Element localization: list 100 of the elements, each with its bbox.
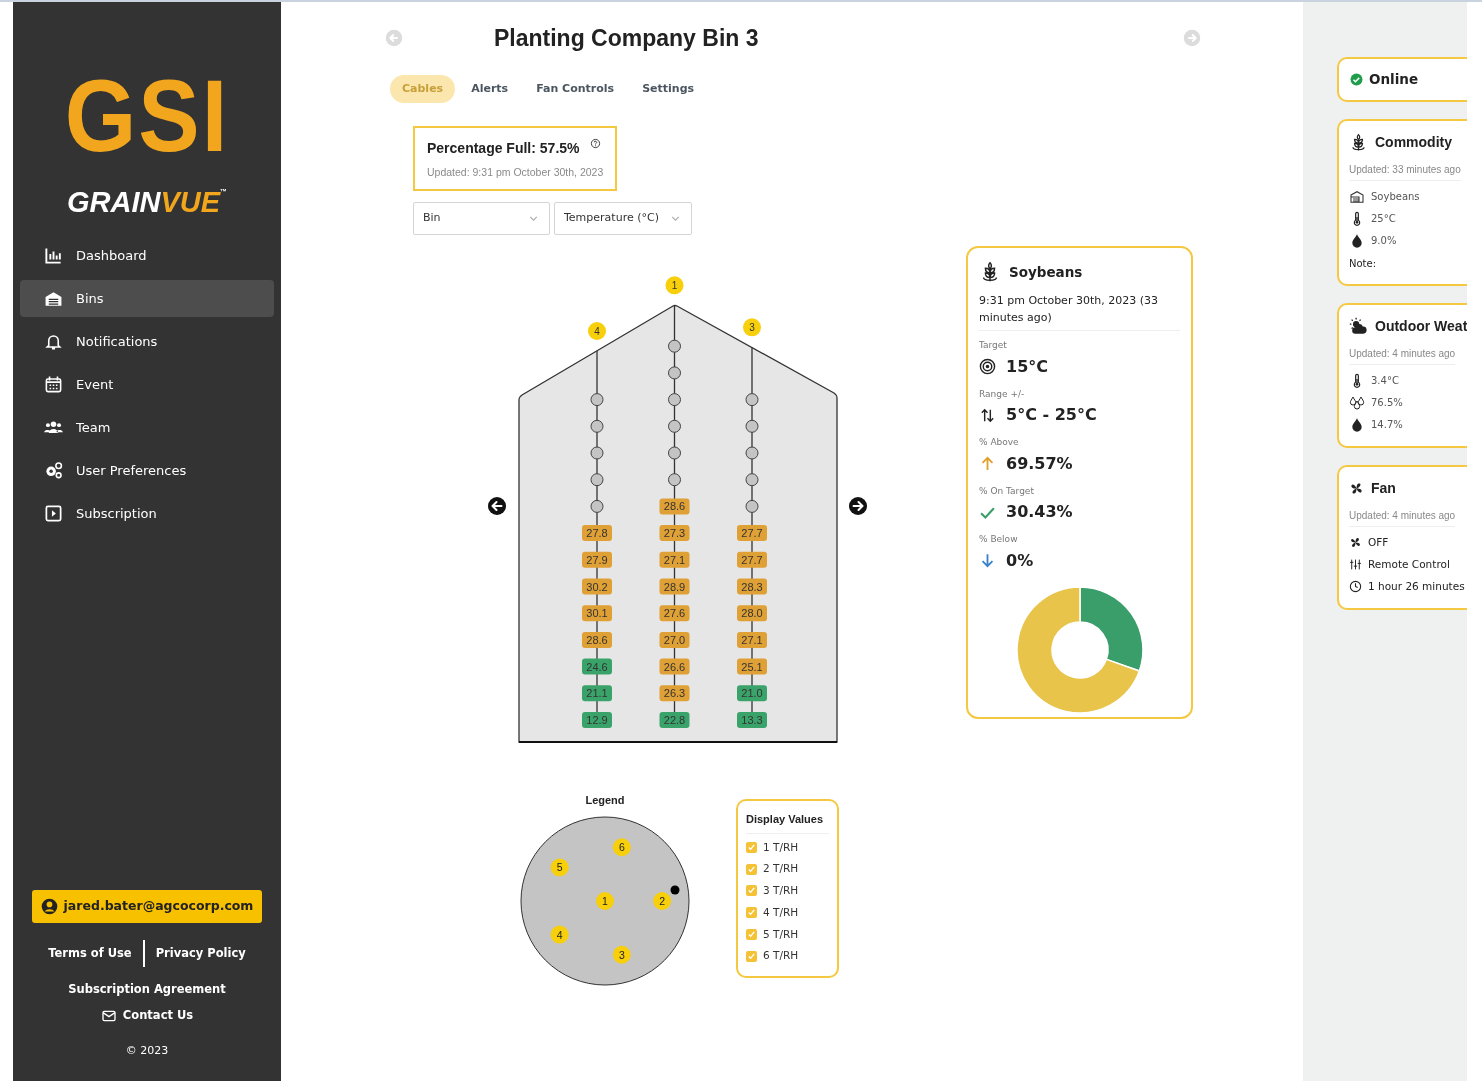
- checkbox-option[interactable]: 2 T/RH: [746, 861, 829, 877]
- sensor-node: [590, 419, 604, 433]
- metric-value: 0%: [1006, 549, 1034, 572]
- sensor-node: [745, 393, 759, 407]
- sensor-reading: 13.3: [737, 712, 767, 728]
- display-values-title: Display Values: [746, 811, 829, 834]
- cable-marker: 3: [612, 945, 631, 964]
- note-label: Note:: [1349, 257, 1378, 271]
- checkbox-option[interactable]: 1 T/RH: [746, 839, 829, 856]
- previous-cable-button[interactable]: [488, 497, 506, 515]
- sensor-reading: 21.0: [737, 685, 767, 702]
- info-value: 1 hour 26 minutes: [1368, 578, 1465, 594]
- footer-link[interactable]: Subscription Agreement: [68, 981, 226, 999]
- card-title: Soybeans: [1009, 262, 1083, 282]
- sensor-node: [668, 339, 681, 353]
- cable-number-badge: 4: [588, 322, 606, 340]
- arrow-up-icon: [979, 455, 996, 472]
- checkbox-option[interactable]: 4 T/RH: [746, 904, 829, 921]
- sensor-reading: 27.3: [659, 525, 690, 542]
- nav-item[interactable]: Notifications: [20, 323, 274, 360]
- metric-value: 30.43%: [1006, 501, 1073, 523]
- checkbox[interactable]: [746, 950, 757, 962]
- cable-number-badge: 3: [743, 318, 761, 337]
- metric-value: 69.57%: [1006, 452, 1073, 475]
- info-value: 3.4°C: [1371, 374, 1399, 388]
- info-value: 25°C: [1371, 212, 1396, 226]
- checkbox[interactable]: [746, 907, 757, 919]
- status-text: Online: [1369, 70, 1419, 90]
- nav-item[interactable]: Subscription: [20, 495, 274, 532]
- sensor-reading: 26.3: [659, 685, 690, 702]
- arrow-down-icon: [979, 552, 996, 569]
- metric-label: % Above: [979, 436, 1020, 449]
- cable-number-badge: 1: [665, 276, 684, 295]
- water-drop-icon: [1349, 232, 1365, 249]
- nav-item[interactable]: Event: [20, 366, 274, 403]
- bin-icon: [1349, 188, 1365, 205]
- tab[interactable]: Alerts: [459, 75, 521, 103]
- checkbox-option[interactable]: 6 T/RH: [746, 948, 829, 964]
- contact-link[interactable]: Contact Us: [100, 1007, 194, 1025]
- sensor-reading: 22.8: [659, 712, 690, 728]
- logo-wordmark: GRAIN: [66, 188, 161, 217]
- metric-label: Range +/-: [979, 387, 1026, 401]
- sensor-reading: 12.9: [582, 712, 612, 728]
- account-button[interactable]: jared.bater@agcocorp.com: [31, 890, 263, 923]
- page-title: Planting Company Bin 3: [494, 23, 759, 53]
- logo-wordmark: VUE: [160, 188, 221, 217]
- next-cable-button[interactable]: [849, 497, 867, 515]
- sensor-reading: 21.1: [582, 685, 612, 702]
- clock-icon: [1349, 580, 1362, 593]
- bar-chart-icon: [44, 246, 63, 265]
- up-down-arrows-icon: [979, 406, 996, 424]
- user-icon: [40, 898, 58, 915]
- info-value: 9.0%: [1371, 234, 1397, 248]
- sensor-reading: 28.0: [737, 605, 767, 622]
- card-title: Commodity: [1375, 133, 1452, 152]
- reference-dot: [670, 885, 680, 894]
- sensor-reading: 28.6: [659, 498, 690, 515]
- target-icon: [979, 358, 996, 375]
- metric-label: Target: [979, 339, 1008, 352]
- nav-item[interactable]: Bins: [20, 280, 274, 317]
- metric-value: 5°C - 25°C: [1006, 404, 1097, 426]
- nav-item[interactable]: User Preferences: [20, 452, 274, 489]
- checkbox-option[interactable]: 3 T/RH: [746, 883, 829, 899]
- help-icon: [589, 138, 601, 149]
- check-circle-icon: [1350, 73, 1363, 86]
- percentage-full-text: Percentage Full: 57.5%: [427, 139, 580, 158]
- card-title: Fan: [1371, 479, 1396, 498]
- cable-marker: 5: [550, 857, 569, 876]
- updated-text: Updated: 9:31 pm October 30th, 2023: [427, 165, 604, 180]
- reading-time: 9:31 pm October 30th, 2023 (33 minutes ago): [979, 292, 1180, 331]
- cable-marker: 4: [550, 925, 569, 944]
- checkbox[interactable]: [746, 841, 757, 853]
- dropdown[interactable]: Temperature (°C): [554, 202, 692, 235]
- checkbox[interactable]: [746, 863, 757, 875]
- checkbox[interactable]: [746, 928, 757, 940]
- tab[interactable]: Settings: [630, 75, 707, 103]
- card-title: Outdoor Weat: [1375, 317, 1467, 336]
- calendar-icon: [44, 375, 63, 394]
- legend-title: Legend: [585, 793, 625, 808]
- updated-text: Updated: 4 minutes ago: [1349, 508, 1456, 527]
- gears-icon: [44, 461, 63, 480]
- nav-item[interactable]: Team: [20, 409, 274, 446]
- checkbox[interactable]: [746, 885, 757, 897]
- checkbox-option[interactable]: 5 T/RH: [746, 926, 829, 943]
- sensor-node: [668, 446, 681, 460]
- cable-marker: 1: [596, 891, 614, 910]
- fan-icon: [1349, 536, 1362, 549]
- info-value: Remote Control: [1368, 556, 1450, 572]
- play-square-icon: [44, 504, 63, 523]
- tab[interactable]: Fan Controls: [524, 75, 627, 103]
- sensor-node: [745, 499, 759, 513]
- footer-link[interactable]: Terms of Use: [48, 944, 132, 963]
- sensor-node: [745, 473, 759, 487]
- sensor-node: [745, 419, 759, 433]
- dropdown[interactable]: Bin: [413, 202, 550, 235]
- sensor-node: [590, 499, 604, 513]
- nav-item[interactable]: Dashboard: [20, 237, 274, 274]
- sensor-reading: 27.6: [659, 605, 690, 622]
- footer-link[interactable]: Privacy Policy: [155, 944, 246, 963]
- metric-value: 15°C: [1006, 355, 1048, 378]
